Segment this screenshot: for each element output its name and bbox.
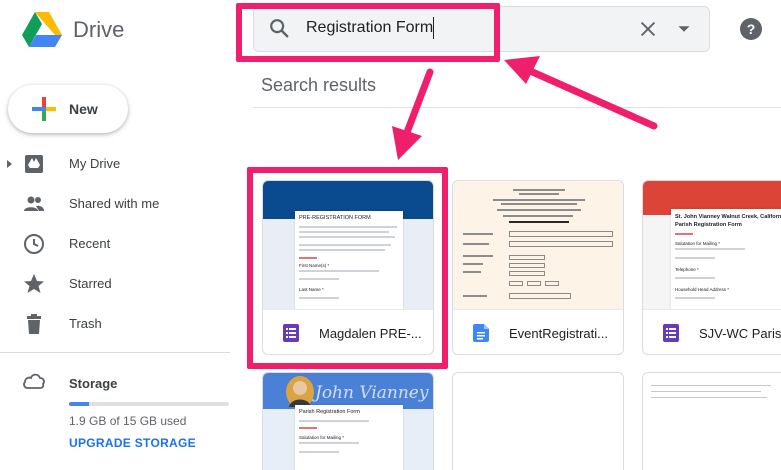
sidebar-item-my-drive[interactable]: My Drive — [0, 146, 230, 182]
sidebar-item-starred[interactable]: Starred — [0, 266, 230, 302]
answer-line — [675, 297, 715, 299]
close-icon[interactable] — [637, 18, 659, 40]
plus-icon — [32, 97, 56, 121]
form-sheet: Parish Registration Form Salutation for … — [295, 405, 403, 470]
form-thumb-question: Telephone * — [675, 267, 699, 272]
answer-line — [299, 451, 339, 453]
help-icon[interactable]: ? — [739, 17, 763, 41]
sidebar-item-label: Starred — [69, 276, 112, 291]
text-line — [463, 295, 487, 297]
form-thumb-title: St. John Vianney Walnut Creek, Californi… — [675, 214, 781, 228]
sidebar-item-label: My Drive — [69, 156, 121, 171]
text-line — [463, 263, 483, 265]
text-line — [299, 442, 359, 444]
doc-page — [453, 181, 623, 309]
trash-icon — [27, 314, 41, 334]
google-docs-icon — [473, 324, 489, 342]
search-options-dropdown-icon[interactable] — [673, 18, 695, 40]
storage-progress-fill — [69, 402, 90, 406]
form-field — [509, 241, 613, 247]
file-card[interactable] — [452, 372, 624, 470]
sidebar-item-trash[interactable]: Trash — [0, 306, 230, 342]
text-line — [651, 385, 771, 386]
sidebar-item-shared-with-me[interactable]: Shared with me — [0, 186, 230, 222]
text-line — [651, 397, 767, 398]
file-name: EventRegistrati... — [509, 326, 608, 341]
form-field — [509, 293, 571, 299]
required-note — [299, 427, 317, 429]
answer-line — [675, 277, 715, 279]
text-line — [503, 215, 573, 217]
search-results-title: Search results — [261, 75, 377, 95]
form-thumb-title: Parish Registration Form — [299, 409, 360, 415]
sidebar-item-label: Trash — [69, 316, 102, 331]
arrow-to-search-annotation — [504, 56, 658, 130]
sidebar-item-recent[interactable]: Recent — [0, 226, 230, 262]
sidebar-divider — [0, 352, 230, 353]
file-thumbnail: St. John Vianney Walnut Creek, Californi… — [643, 181, 781, 309]
form-field — [509, 231, 613, 237]
clock-icon — [24, 234, 44, 254]
file-highlight-annotation — [247, 167, 448, 369]
required-note — [675, 233, 693, 235]
text-line — [651, 391, 761, 392]
storage-used-text: 1.9 GB of 15 GB used — [69, 414, 187, 428]
google-forms-icon — [663, 324, 679, 342]
text-line — [299, 420, 369, 422]
text-line — [675, 248, 745, 250]
expand-arrow-icon[interactable] — [7, 160, 12, 168]
form-field — [509, 263, 545, 268]
file-thumbnail — [453, 181, 623, 309]
arrow-to-file-annotation — [392, 68, 434, 160]
text-line — [509, 221, 569, 223]
storage-progress-bar — [69, 402, 229, 406]
text-line — [513, 189, 565, 191]
file-card-footer: EventRegistrati... — [453, 309, 623, 354]
form-field — [509, 271, 545, 276]
banner-script-text: John Vianney — [315, 383, 429, 403]
file-name: SJV-WC Parish — [699, 326, 781, 341]
app-name: Drive — [73, 17, 125, 42]
star-icon — [24, 274, 44, 293]
text-line — [463, 233, 493, 235]
sidebar-item-label: Recent — [69, 236, 111, 251]
text-line — [497, 209, 581, 211]
google-drive-logo-icon[interactable] — [22, 12, 62, 48]
text-line — [463, 243, 489, 245]
text-line — [493, 199, 585, 201]
text-line — [463, 271, 481, 273]
file-card-footer: SJV-WC Parish — [643, 309, 781, 354]
main-divider — [253, 107, 781, 108]
file-card[interactable]: St. John Vianney Walnut Creek, Californi… — [642, 180, 781, 355]
upgrade-storage-link[interactable]: UPGRADE STORAGE — [69, 436, 196, 450]
form-thumb-question: Salutation for Mailing * — [299, 435, 345, 440]
text-line — [519, 193, 559, 195]
sidebar-item-label: Shared with me — [69, 196, 160, 211]
form-thumb-question: Household Head Address * — [675, 287, 730, 292]
cloud-icon — [23, 373, 45, 389]
form-thumb-question: Salutation for Mailing * — [675, 241, 721, 246]
search-highlight-annotation — [236, 3, 500, 62]
shared-people-icon — [24, 196, 44, 211]
answer-line — [675, 257, 715, 259]
file-card[interactable]: EventRegistrati... — [452, 180, 624, 355]
form-field — [527, 281, 541, 286]
new-button[interactable]: New — [8, 85, 128, 133]
form-field — [509, 281, 523, 286]
saint-portrait-image — [286, 376, 314, 408]
form-field — [509, 255, 545, 260]
file-card[interactable]: John Vianney Parish Registration Form Sa… — [262, 372, 434, 470]
text-line — [463, 255, 493, 257]
file-card[interactable] — [642, 372, 781, 470]
file-thumbnail: John Vianney Parish Registration Form Sa… — [263, 373, 433, 470]
text-line — [501, 203, 577, 205]
my-drive-icon — [25, 155, 43, 173]
form-field — [545, 281, 559, 286]
new-button-label: New — [69, 101, 98, 117]
svg-text:?: ? — [747, 21, 756, 37]
storage-title: Storage — [69, 376, 118, 391]
form-sheet: St. John Vianney Walnut Creek, Californi… — [671, 209, 781, 309]
